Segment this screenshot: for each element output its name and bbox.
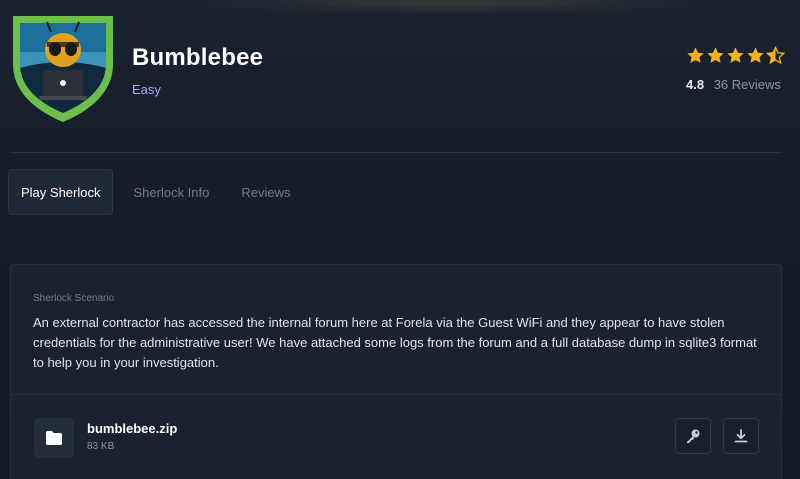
download-icon — [734, 429, 748, 443]
tab-play-sherlock[interactable]: Play Sherlock — [8, 169, 114, 215]
header-divider — [10, 152, 782, 153]
reviews-count[interactable]: 36 Reviews — [714, 77, 781, 92]
difficulty-label: Easy — [132, 82, 161, 97]
challenge-title: Bumblebee — [132, 44, 264, 71]
download-button[interactable] — [723, 418, 759, 454]
scenario-card: Sherlock Scenario An external contractor… — [10, 264, 782, 479]
key-icon — [687, 429, 700, 443]
star-full-icon — [747, 47, 764, 63]
scenario-label: Sherlock Scenario — [33, 293, 115, 304]
star-full-icon — [707, 47, 724, 63]
challenge-header: Bumblebee Easy 4.8 36 Reviews — [0, 0, 800, 150]
rating-stars — [686, 46, 785, 65]
tab-sherlock-info[interactable]: Sherlock Info — [121, 169, 221, 215]
show-password-button[interactable] — [675, 418, 711, 454]
rating-value: 4.8 — [686, 77, 705, 92]
file-icon-box — [34, 418, 74, 458]
rating-summary: 4.8 36 Reviews — [686, 77, 781, 92]
file-name: bumblebee.zip — [87, 421, 178, 436]
bee-hacker-shield-icon — [13, 16, 113, 122]
star-half-icon — [766, 46, 785, 65]
folder-icon — [46, 431, 62, 445]
tab-bar: Play Sherlock Sherlock Info Reviews — [8, 169, 310, 215]
tab-reviews[interactable]: Reviews — [229, 169, 302, 215]
file-size: 83 KB — [87, 441, 115, 452]
star-full-icon — [687, 47, 704, 63]
card-divider — [11, 394, 781, 395]
scenario-text: An external contractor has accessed the … — [33, 315, 757, 370]
star-full-icon — [727, 47, 744, 63]
